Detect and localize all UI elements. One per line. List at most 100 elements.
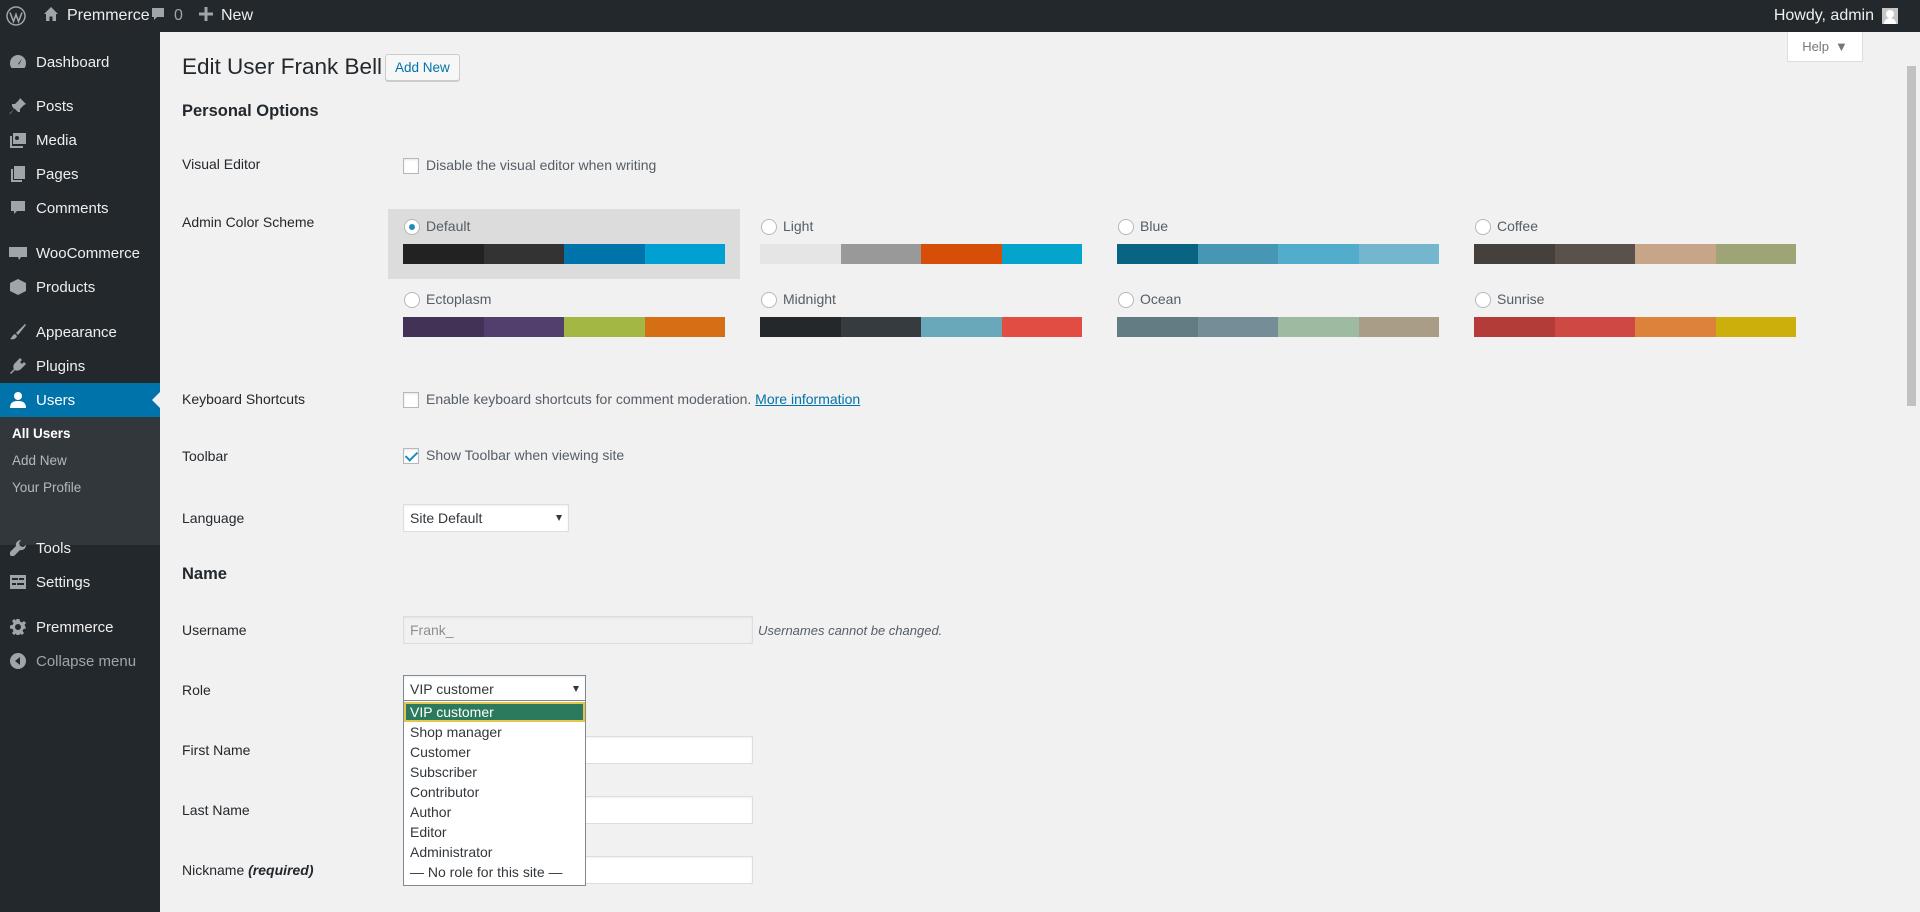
account-menu[interactable]: Howdy, admin	[1774, 0, 1898, 32]
color-swatch	[1001, 317, 1082, 337]
color-swatch	[403, 317, 484, 337]
language-label: Language	[182, 510, 245, 526]
role-label: Role	[182, 682, 211, 698]
color-scheme-radio[interactable]	[761, 292, 777, 308]
submenu-your-profile[interactable]: Your Profile	[12, 480, 81, 495]
site-name: Premmerce	[67, 7, 150, 24]
new-label: New	[221, 7, 254, 24]
comment-icon	[0, 199, 36, 217]
color-swatches	[760, 317, 1082, 337]
wrench-icon	[0, 539, 36, 557]
role-option[interactable]: Subscriber	[404, 762, 585, 782]
settings-icon	[0, 573, 36, 591]
role-option[interactable]: Customer	[404, 742, 585, 762]
comments-link[interactable]: 0	[150, 0, 183, 32]
color-swatches	[403, 317, 725, 337]
keyboard-shortcuts-label: Keyboard Shortcuts	[182, 391, 305, 407]
comments-count: 0	[174, 7, 183, 24]
dashboard-icon	[0, 53, 36, 71]
submenu-add-new[interactable]: Add New	[12, 453, 67, 468]
sidebar-item-tools[interactable]: Tools	[0, 531, 160, 565]
color-scheme-option[interactable]: Light	[745, 209, 1097, 279]
color-swatch	[1278, 317, 1359, 337]
color-scheme-radio[interactable]	[1475, 292, 1491, 308]
role-option[interactable]: — No role for this site —	[404, 862, 585, 882]
color-scheme-option[interactable]: Default	[388, 209, 740, 279]
sidebar-item-dashboard[interactable]: Dashboard	[0, 45, 160, 79]
color-swatch	[921, 317, 1002, 337]
required-marker: (required)	[248, 862, 314, 878]
color-scheme-radio[interactable]	[1475, 219, 1491, 235]
color-scheme-radio[interactable]	[1118, 292, 1134, 308]
username-note: Usernames cannot be changed.	[758, 623, 943, 638]
color-swatch	[403, 244, 484, 264]
wordpress-logo-icon[interactable]	[6, 0, 30, 32]
color-swatch	[1554, 317, 1635, 337]
color-swatch	[840, 244, 921, 264]
pages-icon	[0, 165, 36, 183]
show-toolbar-checkbox[interactable]	[403, 448, 419, 464]
color-scheme-option[interactable]: Midnight	[745, 282, 1097, 352]
help-tab-button[interactable]: Help ▼	[1787, 32, 1863, 62]
sidebar-item-comments[interactable]: Comments	[0, 191, 160, 225]
collapse-icon	[0, 652, 36, 670]
visual-editor-checkbox[interactable]	[403, 158, 419, 174]
color-scheme-option[interactable]: Ocean	[1102, 282, 1454, 352]
color-swatch	[564, 317, 645, 337]
sidebar-item-appearance[interactable]: Appearance	[0, 315, 160, 349]
sidebar-item-media[interactable]: Media	[0, 123, 160, 157]
keyboard-shortcuts-checkbox[interactable]	[403, 392, 419, 408]
role-select[interactable]: VIP customer	[403, 675, 586, 703]
color-swatch	[1474, 317, 1555, 337]
scrollbar-thumb[interactable]	[1907, 66, 1916, 406]
sidebar-item-plugins[interactable]: Plugins	[0, 349, 160, 383]
color-swatches	[1474, 244, 1796, 264]
role-option[interactable]: Administrator	[404, 842, 585, 862]
name-heading: Name	[182, 565, 227, 583]
color-scheme-option[interactable]: Blue	[1102, 209, 1454, 279]
home-icon	[43, 6, 59, 27]
sidebar-item-users[interactable]: Users	[0, 383, 160, 417]
role-option[interactable]: Shop manager	[404, 722, 585, 742]
color-swatch	[921, 244, 1002, 264]
role-option[interactable]: Editor	[404, 822, 585, 842]
color-scheme-radio[interactable]	[404, 292, 420, 308]
page-scrollbar[interactable]	[1903, 32, 1920, 912]
color-swatch	[1278, 244, 1359, 264]
sidebar-item-settings[interactable]: Settings	[0, 565, 160, 599]
language-select[interactable]: Site Default	[403, 504, 569, 532]
role-option[interactable]: Contributor	[404, 782, 585, 802]
sidebar-item-premmerce[interactable]: Premmerce	[0, 610, 160, 644]
color-swatch	[483, 244, 564, 264]
color-swatch	[1001, 244, 1082, 264]
sidebar-item-pages[interactable]: Pages	[0, 157, 160, 191]
role-option[interactable]: Author	[404, 802, 585, 822]
add-new-user-button[interactable]: Add New	[385, 54, 460, 81]
color-scheme-radio[interactable]	[404, 219, 420, 235]
color-scheme-name: Midnight	[783, 291, 836, 307]
triangle-down-icon: ▼	[1834, 39, 1848, 54]
sidebar-item-products[interactable]: Products	[0, 270, 160, 304]
color-scheme-option[interactable]: Ectoplasm	[388, 282, 740, 352]
more-information-link[interactable]: More information	[755, 391, 860, 407]
color-scheme-option[interactable]: Sunrise	[1459, 282, 1811, 352]
color-swatch	[1635, 244, 1716, 264]
sidebar-item-woocommerce[interactable]: WooCommerce	[0, 236, 160, 270]
media-icon	[0, 131, 36, 149]
color-scheme-name: Coffee	[1497, 218, 1538, 234]
submenu-all-users[interactable]: All Users	[12, 426, 71, 441]
site-name-link[interactable]: Premmerce	[43, 0, 150, 32]
collapse-menu-button[interactable]: Collapse menu	[0, 644, 160, 678]
dropdown-arrow-icon	[573, 686, 579, 692]
sidebar-item-posts[interactable]: Posts	[0, 89, 160, 123]
color-scheme-name: Sunrise	[1497, 291, 1545, 307]
role-option[interactable]: VIP customer	[404, 702, 585, 722]
color-scheme-radio[interactable]	[1118, 219, 1134, 235]
color-swatch	[1197, 244, 1278, 264]
color-scheme-option[interactable]: Coffee	[1459, 209, 1811, 279]
new-content-link[interactable]: New	[199, 0, 253, 32]
avatar	[1882, 8, 1898, 24]
user-icon	[0, 391, 36, 409]
color-scheme-radio[interactable]	[761, 219, 777, 235]
color-swatches	[1117, 244, 1439, 264]
